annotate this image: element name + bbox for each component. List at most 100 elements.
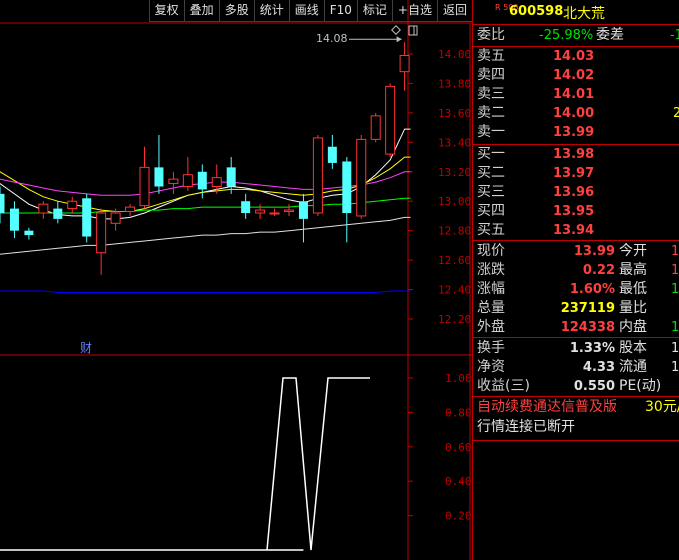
committee-diff-value: -1: [670, 28, 679, 43]
toolbar-button-4[interactable]: 画线: [288, 0, 324, 22]
candle-body: [110, 212, 121, 224]
stock-name[interactable]: 北大荒: [563, 3, 605, 23]
buy-row: 买二 13.97: [473, 164, 679, 183]
promo-text[interactable]: 自动续费通达信普及版: [477, 398, 617, 417]
candle-body: [9, 208, 19, 231]
y-tick-label: 13.20: [438, 166, 471, 179]
candle-body: [255, 209, 266, 214]
buy-label: 买三: [477, 184, 505, 200]
promo-price[interactable]: 30元/: [645, 398, 679, 417]
candle-body: [298, 201, 308, 219]
stat-row: 现价 13.99 今开 1: [473, 242, 679, 261]
candle-body: [168, 178, 179, 185]
sell-price: 14.01: [553, 87, 595, 102]
sell-row: 卖二 14.00 2: [473, 104, 679, 123]
buy-price: 13.94: [553, 223, 595, 238]
toolbar-button-0[interactable]: 复权: [148, 0, 184, 22]
kline-chart[interactable]: 14.00 13.80 13.60 13.40 13.20 13.00 12.80 12.60…: [0, 0, 472, 560]
candle-body: [125, 206, 136, 213]
y-tick-label: 13.60: [438, 107, 471, 120]
stat-l1: 涨跌: [477, 262, 505, 278]
candle-body: [38, 203, 49, 214]
candle-body: [82, 198, 92, 237]
stat-l2: PE(动): [619, 378, 662, 394]
stat-v1: 237119: [560, 301, 615, 316]
buy-price: 13.95: [553, 204, 595, 219]
stat-l2: 最低: [619, 281, 647, 297]
sell-price: 13.99: [553, 125, 595, 140]
sell-label: 卖一: [477, 124, 505, 140]
indicator-y-tick-label: 0.80: [445, 406, 472, 419]
stat-row: 涨幅 1.60% 最低 1: [473, 280, 679, 299]
stock-header: R 500 600598 北大荒: [473, 0, 679, 25]
stat-l2: 股本: [619, 340, 647, 356]
stat-l1: 现价: [477, 243, 505, 259]
committee-ratio-value: -25.98%: [539, 28, 594, 43]
stat-v1: 1.60%: [569, 282, 615, 297]
indicator-y-tick-label: 0.60: [445, 441, 472, 454]
stock-code[interactable]: 600598: [509, 4, 563, 19]
candle-body: [96, 212, 107, 254]
connection-status: 行情连接已断开: [477, 419, 575, 435]
toolbar-button-8[interactable]: 返回: [436, 0, 472, 22]
committee-ratio-label: 委比: [477, 27, 505, 43]
candle-body: [139, 166, 150, 207]
stat-v1: 13.99: [573, 244, 615, 259]
stat-l1: 换手: [477, 340, 505, 356]
toolbar-button-3[interactable]: 统计: [253, 0, 289, 22]
sell-price: 14.00: [553, 106, 595, 121]
buy-price: 13.96: [553, 185, 595, 200]
stat-v2: 112: [671, 320, 679, 335]
candle-body: [356, 138, 367, 217]
sell-label: 卖三: [477, 86, 505, 102]
candle-body: [24, 230, 34, 236]
candle-body: [67, 200, 78, 210]
sell-label: 卖四: [477, 67, 505, 83]
promo-row[interactable]: 自动续费通达信普及版 30元/: [473, 398, 679, 417]
candle-body: [0, 193, 5, 213]
diamond-icon: [391, 25, 401, 35]
candle-body: [312, 137, 323, 214]
candle-body: [284, 209, 294, 213]
y-tick-label: 13.80: [438, 77, 471, 90]
finance-marker: 财: [80, 341, 92, 355]
candle-body: [399, 54, 410, 73]
stat-row: 涨跌 0.22 最高 1: [473, 261, 679, 280]
buy-row: 买三 13.96: [473, 183, 679, 202]
sell-row: 卖一 13.99: [473, 123, 679, 142]
sell-label: 卖二: [477, 105, 505, 121]
indicator-line: [0, 377, 370, 551]
stat-v1: 124338: [560, 320, 615, 335]
buy-row: 买一 13.98: [473, 145, 679, 164]
committee-row: 委比 -25.98% 委差 -1: [473, 26, 679, 45]
toolbar-button-7[interactable]: +自选: [391, 0, 437, 22]
stat-l2: 内盘: [619, 319, 647, 335]
stat-l2: 最高: [619, 262, 647, 278]
candle-body: [182, 174, 193, 188]
stat-l1: 收益(三): [477, 378, 530, 394]
toolbar-button-1[interactable]: 叠加: [183, 0, 219, 22]
stat-v1: 0.550: [573, 379, 615, 394]
sell-price: 14.02: [553, 68, 595, 83]
toolbar-button-6[interactable]: 标记: [356, 0, 392, 22]
stat-l1: 总量: [477, 300, 505, 316]
y-tick-label: 12.40: [438, 284, 471, 297]
buy-price: 13.98: [553, 147, 595, 162]
y-tick-label: 12.20: [438, 313, 471, 326]
candle-body: [197, 171, 207, 190]
indicator-y-tick-label: 0.20: [445, 510, 472, 523]
status-row: 行情连接已断开: [473, 418, 679, 437]
stat-row: 收益(三) 0.550 PE(动): [473, 377, 679, 396]
candle-body: [370, 115, 381, 140]
stat-v1: 1.33%: [569, 341, 615, 356]
buy-row: 买四 13.95: [473, 202, 679, 221]
sell-volume: 2: [673, 106, 679, 121]
candle-body: [53, 208, 63, 219]
toolbar-button-2[interactable]: 多股: [218, 0, 254, 22]
high-annotation-arrowhead: [396, 36, 402, 43]
stat-v2: 17: [671, 341, 679, 356]
y-tick-label: 13.40: [438, 136, 471, 149]
toolbar-button-5[interactable]: F10: [323, 0, 357, 22]
buy-label: 买二: [477, 165, 505, 181]
y-tick-label: 13.00: [438, 195, 471, 208]
